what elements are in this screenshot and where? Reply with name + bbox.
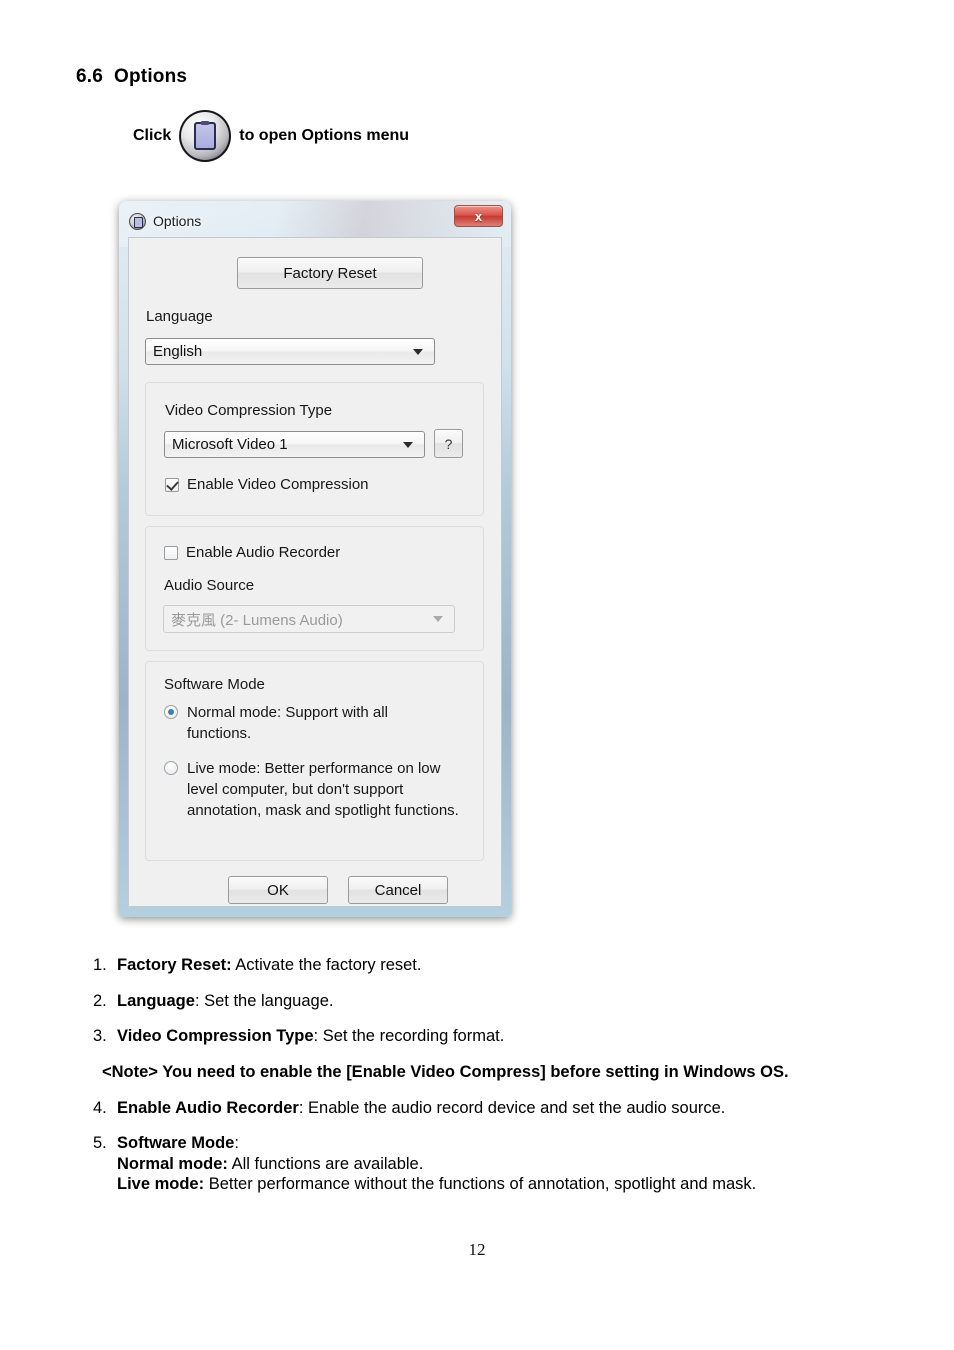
live-mode-radio[interactable] bbox=[164, 761, 178, 775]
close-button[interactable]: x bbox=[454, 205, 503, 227]
enable-video-compression-checkbox-row[interactable]: Enable Video Compression bbox=[165, 476, 369, 493]
click-instruction-suffix: to open Options menu bbox=[239, 127, 410, 144]
list-item-text: : Enable the audio record device and set… bbox=[298, 1098, 726, 1117]
options-description-list: 1. Factory Reset: Activate the factory r… bbox=[93, 955, 923, 1210]
dialog-content: Factory Reset Language English Video Com… bbox=[128, 237, 502, 907]
enable-video-compression-checkbox[interactable] bbox=[165, 477, 179, 492]
video-compression-type-select[interactable]: Microsoft Video 1 bbox=[164, 431, 425, 458]
section-number: 6.6 bbox=[76, 66, 104, 87]
dialog-title-bar[interactable]: Options bbox=[129, 208, 201, 234]
normal-mode-label: Normal mode: Support with all functions. bbox=[187, 704, 388, 742]
list-item-term: Enable Audio Recorder bbox=[117, 1098, 299, 1117]
list-item-term: Language bbox=[117, 991, 195, 1010]
list-item-number: 3. bbox=[93, 1027, 107, 1046]
live-mode-term: Live mode: bbox=[117, 1175, 205, 1194]
normal-mode-radio-row[interactable]: Normal mode: Support with all functions. bbox=[164, 702, 456, 744]
manual-page: 6.6 Options Click to open Options menu Op… bbox=[0, 0, 954, 1350]
normal-mode-radio[interactable] bbox=[164, 705, 178, 719]
list-item-number: 5. bbox=[93, 1134, 107, 1153]
cancel-button[interactable]: Cancel bbox=[348, 876, 448, 904]
note-line: <Note> You need to enable the [Enable Vi… bbox=[102, 1062, 789, 1081]
clipboard-icon bbox=[194, 122, 217, 150]
click-instruction-prefix: Click bbox=[133, 127, 172, 144]
language-label: Language bbox=[146, 308, 213, 325]
list-item-body: Factory Reset: Activate the factory rese… bbox=[117, 955, 421, 976]
software-mode-term-line: Software Mode: bbox=[117, 1134, 239, 1152]
software-mode-label: Software Mode bbox=[164, 676, 265, 693]
ok-button[interactable]: OK bbox=[228, 876, 328, 904]
options-dialog: Options x Factory Reset Language English… bbox=[119, 201, 511, 917]
list-item: 2. Language: Set the language. bbox=[93, 991, 923, 1012]
live-mode-text: Better performance without the functions… bbox=[204, 1175, 757, 1194]
list-item-text: Activate the factory reset. bbox=[231, 956, 422, 974]
chevron-down-icon bbox=[413, 348, 423, 355]
live-mode-radio-row[interactable]: Live mode: Better performance on low lev… bbox=[164, 758, 460, 821]
section-title: Options bbox=[114, 66, 188, 87]
window-options-icon bbox=[129, 212, 146, 230]
list-item-number: 1. bbox=[93, 956, 107, 974]
video-compression-help-button[interactable]: ? bbox=[434, 429, 463, 458]
list-item-body: Software Mode: Normal mode: All function… bbox=[117, 1133, 756, 1195]
list-item-text: : Set the recording format. bbox=[313, 1027, 505, 1046]
list-item-number: 2. bbox=[93, 991, 107, 1010]
list-item-number: 4. bbox=[93, 1098, 107, 1117]
enable-audio-recorder-checkbox[interactable] bbox=[164, 545, 178, 560]
list-item-body: Language: Set the language. bbox=[117, 991, 333, 1012]
normal-mode-text: All functions are available. bbox=[227, 1154, 424, 1173]
audio-recorder-group: Enable Audio Recorder Audio Source 麥克風 (… bbox=[145, 526, 484, 651]
enable-video-compression-label: Enable Video Compression bbox=[187, 476, 369, 493]
audio-source-select: 麥克風 (2- Lumens Audio) bbox=[163, 605, 455, 633]
video-compression-group: Video Compression Type Microsoft Video 1… bbox=[145, 382, 484, 516]
list-item-body: Video Compression Type: Set the recordin… bbox=[117, 1026, 504, 1047]
chevron-down-icon bbox=[433, 616, 443, 622]
language-select-value: English bbox=[153, 343, 203, 360]
list-item-term: Video Compression Type bbox=[117, 1027, 314, 1046]
audio-source-value: 麥克風 (2- Lumens Audio) bbox=[171, 611, 343, 629]
live-mode-label: Live mode: Better performance on low lev… bbox=[187, 760, 459, 819]
list-item-text: : bbox=[234, 1134, 239, 1153]
list-item: 3. Video Compression Type: Set the recor… bbox=[93, 1026, 923, 1047]
normal-mode-term: Normal mode: bbox=[117, 1154, 228, 1173]
language-select[interactable]: English bbox=[145, 338, 435, 365]
click-instruction: Click to open Options menu bbox=[133, 108, 409, 164]
list-item: 4. Enable Audio Recorder: Enable the aud… bbox=[93, 1098, 923, 1119]
list-item-body: Enable Audio Recorder: Enable the audio … bbox=[117, 1098, 725, 1119]
normal-mode-description: Normal mode: All functions are available… bbox=[117, 1155, 423, 1173]
chevron-down-icon bbox=[403, 441, 413, 448]
list-item-text: : Set the language. bbox=[194, 991, 334, 1010]
enable-audio-recorder-checkbox-row[interactable]: Enable Audio Recorder bbox=[164, 544, 340, 561]
software-mode-group: Software Mode Normal mode: Support with … bbox=[145, 661, 484, 861]
list-item: 1. Factory Reset: Activate the factory r… bbox=[93, 955, 923, 976]
dialog-title: Options bbox=[153, 213, 202, 229]
video-compression-type-value: Microsoft Video 1 bbox=[172, 436, 288, 453]
list-item: 5. Software Mode: Normal mode: All funct… bbox=[93, 1133, 923, 1195]
audio-source-label: Audio Source bbox=[164, 577, 255, 594]
enable-audio-recorder-label: Enable Audio Recorder bbox=[186, 544, 341, 561]
video-compression-type-label: Video Compression Type bbox=[165, 402, 333, 419]
options-toolbar-icon bbox=[179, 110, 232, 162]
page-number: 12 bbox=[468, 1240, 486, 1259]
list-item-term: Factory Reset: bbox=[117, 956, 232, 974]
factory-reset-button[interactable]: Factory Reset bbox=[237, 257, 423, 289]
list-item-term: Software Mode bbox=[117, 1134, 235, 1153]
page-title: 6.6 Options bbox=[76, 66, 187, 88]
live-mode-description: Live mode: Better performance without th… bbox=[117, 1175, 756, 1193]
